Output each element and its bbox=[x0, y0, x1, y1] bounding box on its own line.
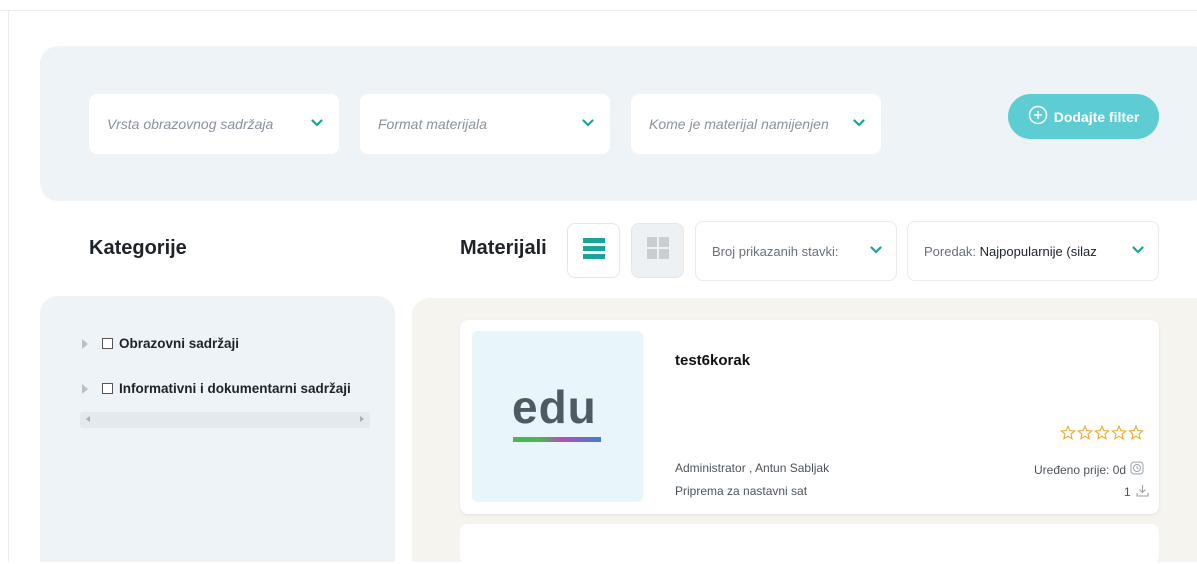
list-view-button[interactable] bbox=[567, 223, 620, 278]
expand-arrow-icon[interactable] bbox=[82, 338, 88, 349]
category-tree-item[interactable]: Obrazovni sadržaji bbox=[82, 336, 239, 351]
format-placeholder: Format materijala bbox=[378, 116, 487, 132]
edited-label: Uređeno prije: 0d bbox=[1034, 462, 1127, 477]
materials-heading: Materijali bbox=[460, 237, 547, 259]
category-label: Obrazovni sadržaji bbox=[119, 336, 240, 351]
audience-placeholder: Kome je materijal namijenjen bbox=[649, 116, 829, 132]
scroll-left-icon[interactable] bbox=[86, 416, 90, 422]
edited-info: Uređeno prije: 0d bbox=[1034, 461, 1144, 478]
chevron-down-icon bbox=[582, 119, 594, 129]
top-divider bbox=[0, 10, 1197, 11]
content-type-placeholder: Vrsta obrazovnog sadržaja bbox=[107, 116, 274, 132]
plus-circle-icon bbox=[1028, 105, 1048, 128]
download-icon[interactable] bbox=[1136, 484, 1149, 500]
items-per-page-label: Broj prikazanih stavki: bbox=[712, 243, 839, 259]
category-label: Informativni i dokumentarni sadržaji bbox=[119, 381, 351, 396]
rating-stars[interactable] bbox=[1060, 424, 1146, 446]
left-divider bbox=[8, 10, 9, 562]
expand-arrow-icon[interactable] bbox=[82, 383, 88, 394]
material-title[interactable]: test6korak bbox=[675, 352, 750, 369]
edu-logo-bar bbox=[513, 437, 601, 442]
categories-heading: Kategorije bbox=[89, 237, 187, 259]
chevron-down-icon bbox=[1132, 246, 1144, 256]
material-type: Priprema za nastavni sat bbox=[675, 484, 808, 498]
items-per-page-select[interactable]: Broj prikazanih stavki: bbox=[695, 221, 897, 281]
downloads-count: 1 bbox=[1124, 485, 1131, 499]
edu-logo: edu bbox=[512, 381, 597, 433]
chevron-down-icon bbox=[853, 119, 865, 129]
sort-value: Najpopularnije (silaz bbox=[979, 243, 1097, 259]
grid-icon bbox=[646, 237, 669, 264]
downloads-info: 1 bbox=[1124, 484, 1149, 500]
category-tree-item[interactable]: Informativni i dokumentarni sadržaji bbox=[82, 381, 351, 396]
chevron-down-icon bbox=[311, 119, 323, 129]
clock-icon bbox=[1130, 461, 1144, 478]
category-checkbox[interactable] bbox=[102, 338, 113, 349]
material-authors: Administrator , Antun Sabljak bbox=[675, 461, 830, 475]
scroll-right-icon[interactable] bbox=[360, 416, 364, 422]
category-checkbox[interactable] bbox=[102, 383, 113, 394]
content-type-dropdown[interactable]: Vrsta obrazovnog sadržaja bbox=[89, 94, 339, 154]
add-filter-label: Dodajte filter bbox=[1053, 108, 1140, 125]
chevron-down-icon bbox=[870, 246, 882, 256]
add-filter-button[interactable]: Dodajte filter bbox=[1008, 94, 1159, 139]
audience-dropdown[interactable]: Kome je materijal namijenjen bbox=[631, 94, 881, 154]
horizontal-scrollbar[interactable] bbox=[80, 412, 370, 428]
format-dropdown[interactable]: Format materijala bbox=[360, 94, 610, 154]
sort-select[interactable]: Poredak: Najpopularnije (silaz bbox=[907, 221, 1159, 281]
material-card[interactable] bbox=[460, 524, 1159, 564]
sort-label: Poredak: bbox=[924, 243, 977, 259]
list-icon bbox=[582, 237, 605, 264]
grid-view-button[interactable] bbox=[631, 223, 684, 278]
